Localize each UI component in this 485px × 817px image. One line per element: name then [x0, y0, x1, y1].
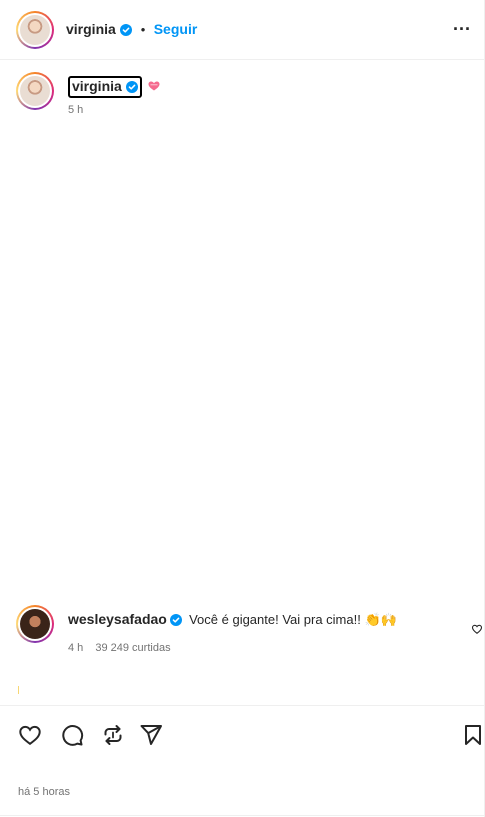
bottom-divider [0, 815, 485, 816]
comment-avatar-frame [18, 607, 52, 641]
post-date[interactable]: há 5 horas [18, 786, 70, 798]
header-avatar-image [20, 15, 50, 45]
header-user-line: virginia • Seguir [66, 21, 197, 40]
caption-username[interactable]: virginia [72, 78, 122, 94]
comment-row: wesleysafadao Você é gigante! Vai pra ci… [16, 605, 485, 655]
header-avatar-frame [18, 13, 52, 47]
heart-outline-icon[interactable] [471, 623, 483, 635]
action-bar [0, 705, 485, 763]
header-username[interactable]: virginia [66, 21, 116, 37]
send-icon[interactable] [139, 723, 163, 747]
scroll-marker [18, 686, 19, 694]
comment-time: 4 h [68, 642, 84, 654]
heart-icon[interactable] [18, 723, 42, 747]
comment-icon[interactable] [60, 723, 84, 747]
caption-avatar-frame [18, 74, 52, 108]
comment-username[interactable]: wesleysafadao [68, 611, 167, 627]
comment-meta: 4 h 39 249 curtidas [68, 642, 180, 654]
comment-likes[interactable]: 39 249 curtidas [95, 642, 170, 654]
repost-icon[interactable] [101, 723, 125, 747]
caption-time: 5 h [68, 104, 84, 116]
bookmark-icon[interactable] [461, 723, 485, 747]
caption-avatar[interactable] [16, 72, 54, 110]
caption-avatar-image [20, 76, 50, 106]
post-header: virginia • Seguir ... [0, 0, 485, 60]
comment-avatar-image [20, 609, 50, 639]
caption-line: virginia [68, 76, 160, 98]
verified-badge-icon [170, 613, 183, 628]
caption-user-focus[interactable]: virginia [68, 76, 143, 98]
follow-button[interactable]: Seguir [154, 21, 198, 37]
verified-badge-icon [120, 22, 133, 40]
verified-badge-icon [126, 80, 139, 96]
more-options-button[interactable]: ... [453, 15, 471, 33]
header-separator: • [140, 22, 146, 37]
comment-text-line: wesleysafadao Você é gigante! Vai pra ci… [68, 611, 397, 628]
comment-avatar[interactable] [16, 605, 54, 643]
comment-body: Você é gigante! Vai pra cima!! 👏🙌 [189, 612, 397, 627]
header-avatar[interactable] [16, 11, 54, 49]
heart-emoji-icon [148, 81, 160, 91]
